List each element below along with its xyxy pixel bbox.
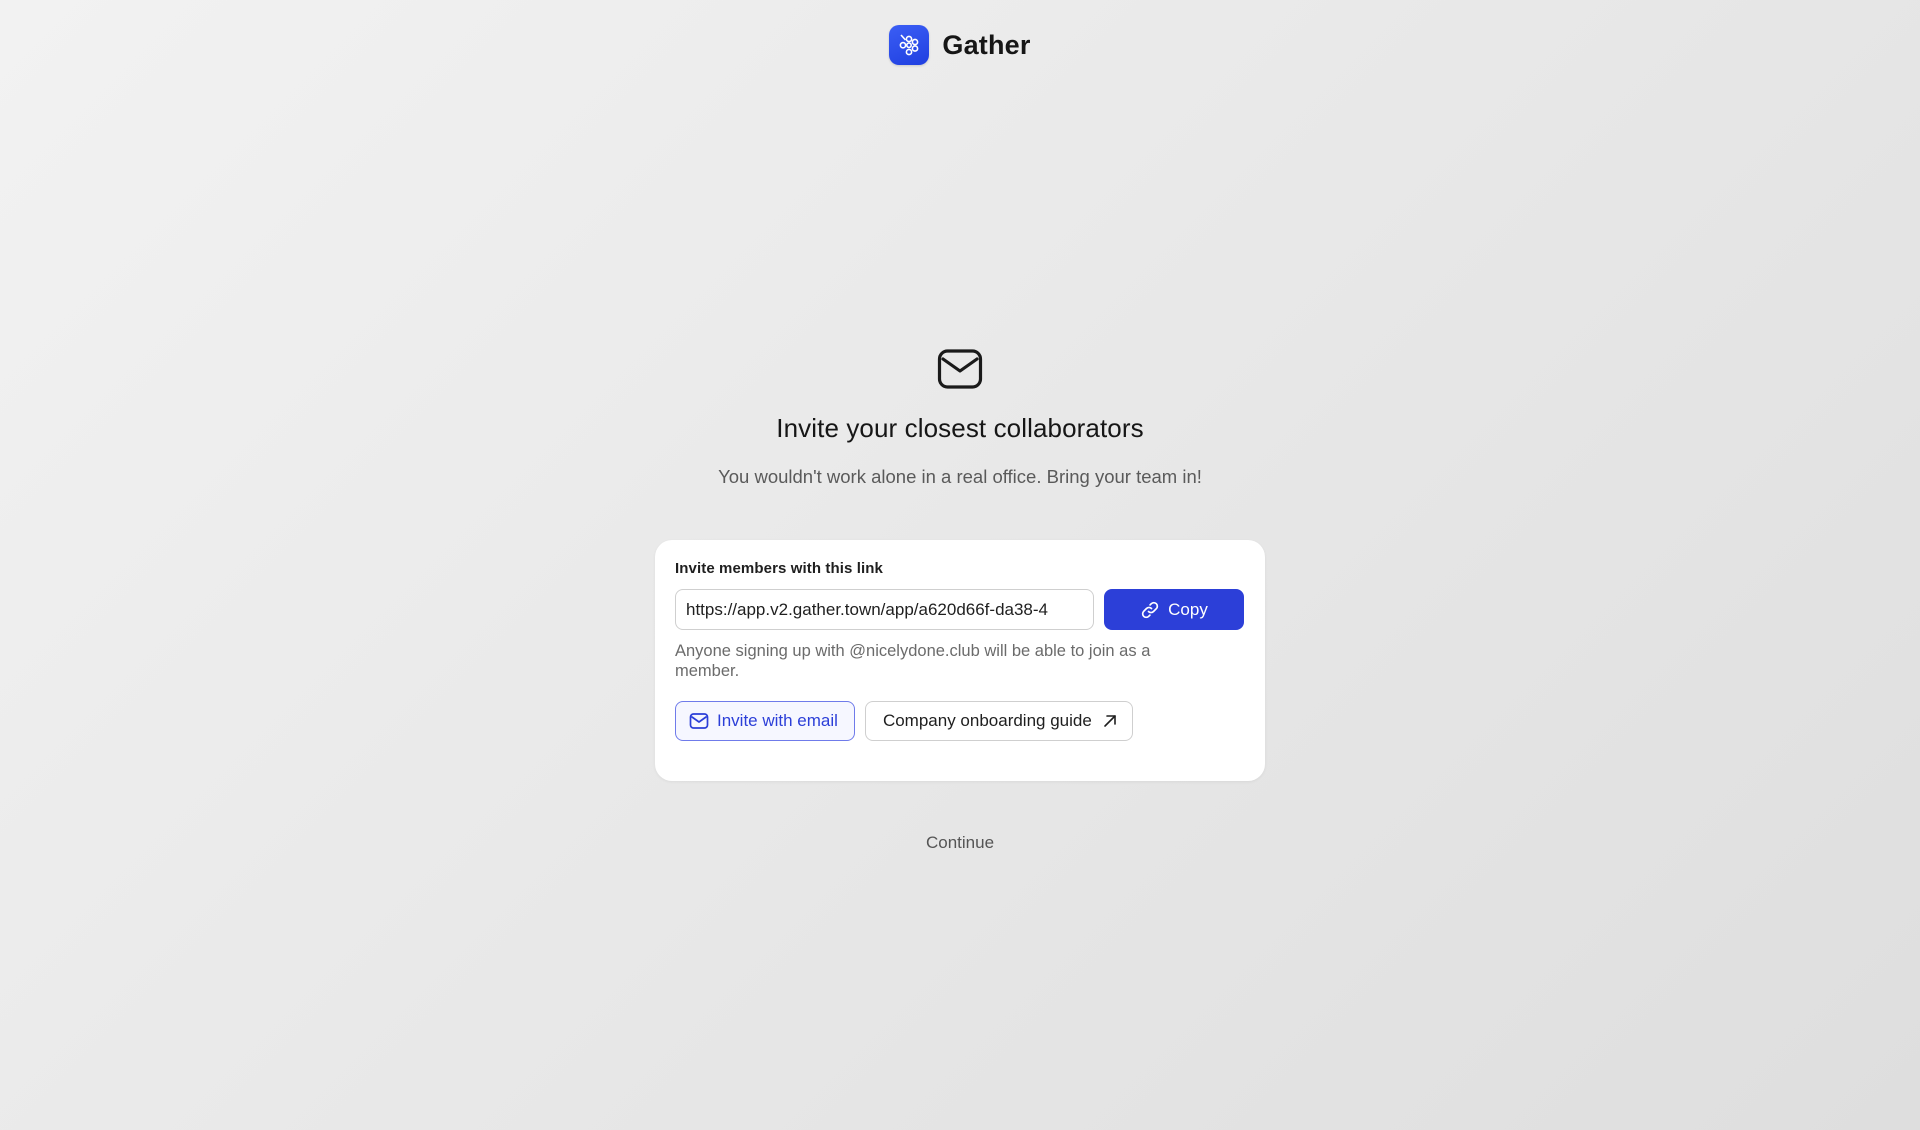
company-onboarding-guide-button[interactable]: Company onboarding guide: [864, 701, 1133, 741]
continue-row: Continue: [0, 833, 1920, 853]
invite-with-email-button[interactable]: Invite with email: [675, 701, 855, 741]
page-title: Invite your closest collaborators: [776, 413, 1144, 443]
mail-icon: [689, 713, 709, 729]
gather-logo-icon: [889, 25, 930, 65]
copy-link-button[interactable]: Copy: [1104, 589, 1244, 630]
brand-header: Gather: [0, 25, 1920, 65]
invite-actions: Invite with email Company onboarding gui…: [675, 701, 1245, 741]
invite-link-row: Copy: [675, 589, 1245, 630]
link-icon: [1141, 601, 1159, 618]
invite-link-label: Invite members with this link: [675, 560, 883, 577]
brand-name: Gather: [942, 29, 1031, 60]
onboarding-guide-label: Company onboarding guide: [882, 711, 1092, 730]
page-subtitle: You wouldn't work alone in a real office…: [718, 466, 1202, 487]
copy-button-label: Copy: [1168, 599, 1208, 619]
arrow-up-right-icon: [1104, 715, 1116, 727]
invite-with-email-label: Invite with email: [717, 711, 838, 730]
invite-link-field[interactable]: [675, 589, 1094, 630]
invite-helper-text: Anyone signing up with @nicelydone.club …: [675, 642, 1151, 680]
invite-card: Invite members with this link Copy Anyon…: [655, 540, 1265, 781]
envelope-icon: [937, 349, 983, 389]
hero-section: Invite your closest collaborators You wo…: [0, 348, 1920, 488]
continue-button[interactable]: Continue: [926, 833, 994, 853]
